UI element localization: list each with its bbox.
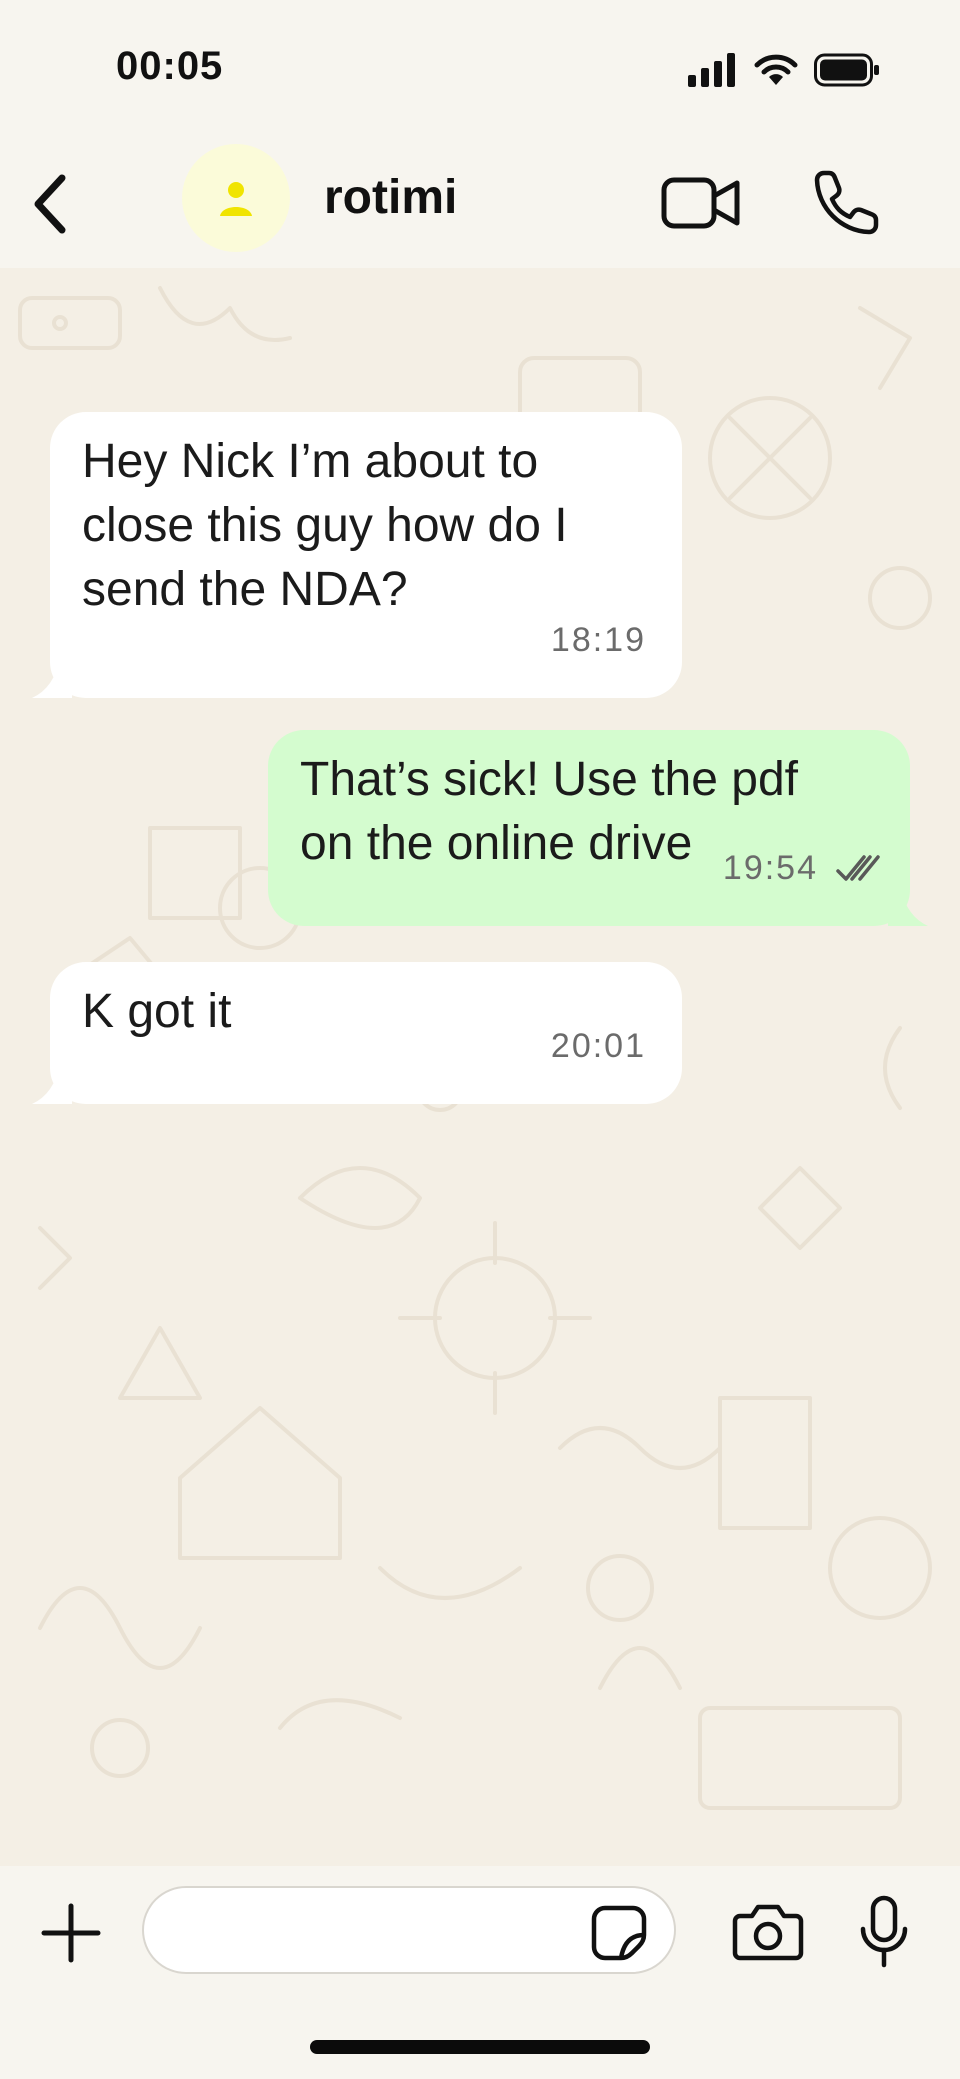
message-text: K got it	[82, 985, 232, 1038]
status-bar: 00:05	[0, 0, 960, 140]
status-time: 00:05	[116, 44, 224, 88]
voice-message-button[interactable]	[852, 1890, 916, 1974]
person-icon	[220, 182, 252, 216]
attach-button[interactable]	[36, 1898, 106, 1968]
signal-icon	[688, 53, 735, 87]
message-meta: 20:01	[551, 1014, 646, 1078]
plus-icon	[41, 1903, 101, 1963]
camera-icon	[732, 1904, 804, 1961]
phone-icon	[814, 170, 879, 235]
message-time: 20:01	[550, 1027, 646, 1065]
message-meta: 19:54	[723, 836, 882, 900]
video-call-button[interactable]	[660, 168, 742, 238]
camera-button[interactable]	[730, 1896, 806, 1968]
status-icons	[688, 50, 880, 90]
message-meta: 18:19	[551, 608, 646, 672]
avatar[interactable]	[182, 144, 290, 252]
message-time: 19:54	[722, 849, 818, 887]
message-bubble-outgoing[interactable]: That’s sick! Use the pdf on the online d…	[268, 730, 928, 926]
double-check-icon	[836, 855, 880, 881]
bubble-tail	[888, 886, 928, 926]
microphone-icon	[860, 1895, 908, 1968]
back-button[interactable]	[20, 166, 80, 242]
contact-name[interactable]: rotimi	[324, 170, 457, 225]
composer-bar	[0, 1866, 960, 2079]
back-chevron-icon	[34, 174, 66, 234]
sticker-button[interactable]	[590, 1904, 648, 1962]
chat-area[interactable]: Hey Nick I’m about to close this guy how…	[0, 268, 960, 1866]
video-camera-icon	[661, 177, 740, 229]
voice-call-button[interactable]	[806, 162, 886, 242]
message-bubble-incoming[interactable]: Hey Nick I’m about to close this guy how…	[32, 412, 682, 698]
bubble-tail	[32, 1064, 72, 1104]
message-input-field[interactable]	[142, 1886, 676, 1974]
message-text: Hey Nick I’m about to close this guy how…	[82, 435, 568, 616]
sticker-icon	[591, 1905, 647, 1961]
wifi-icon	[754, 54, 798, 85]
bubble-tail	[32, 658, 72, 698]
chat-header: rotimi	[0, 140, 960, 269]
battery-icon	[814, 53, 879, 87]
message-bubble-incoming[interactable]: K got it 20:01	[32, 962, 682, 1104]
message-time: 18:19	[550, 621, 646, 659]
message-input[interactable]	[172, 1898, 586, 1964]
home-indicator[interactable]	[310, 2040, 650, 2054]
